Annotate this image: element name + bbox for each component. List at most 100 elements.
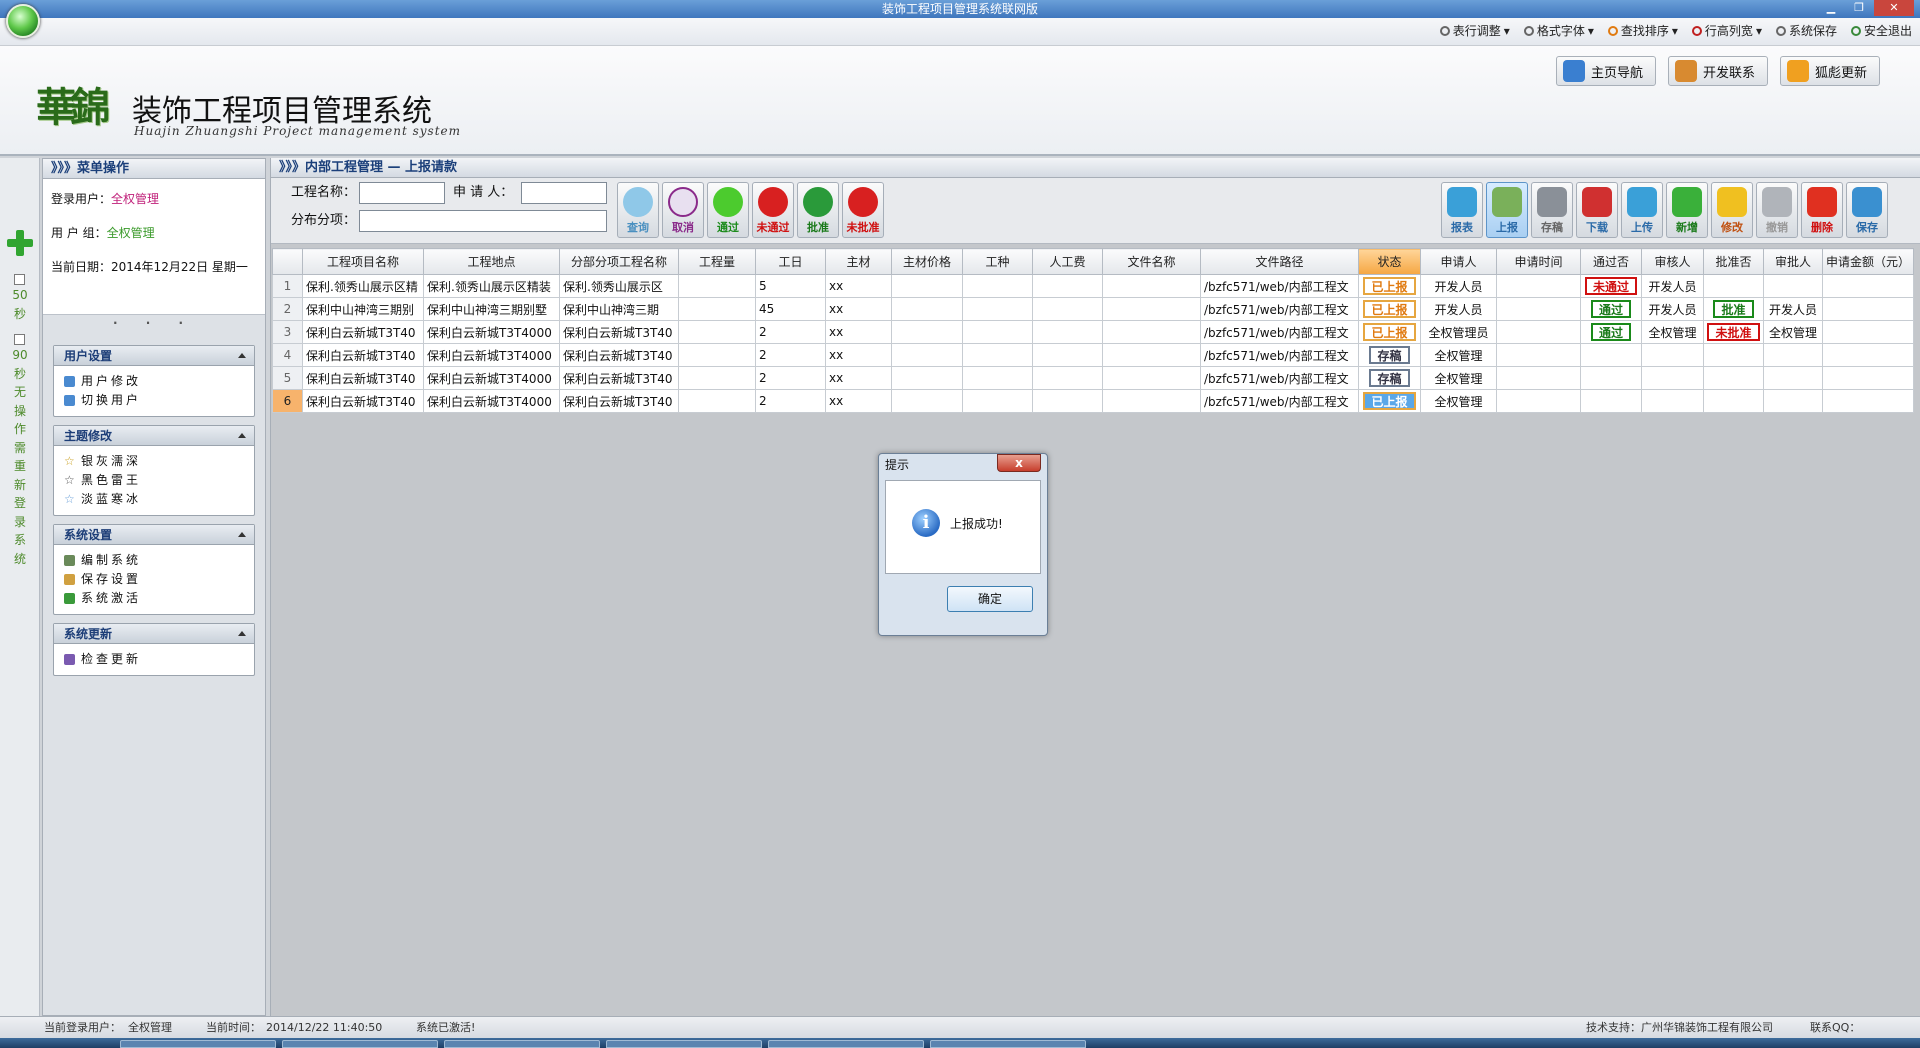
table-cell-qty[interactable]	[678, 366, 756, 390]
table-cell-path[interactable]: /bzfc571/web/内部工程文	[1200, 366, 1359, 390]
nav-contact-button[interactable]: 开发联系	[1667, 56, 1768, 86]
table-cell-mat[interactable]: xx	[825, 320, 892, 344]
table-cell-days[interactable]: 2	[755, 366, 826, 390]
table-cell-file[interactable]	[1102, 320, 1201, 344]
menu-item[interactable]: 切换用户	[64, 391, 244, 410]
table-cell-labor[interactable]	[1032, 389, 1103, 413]
menu-item[interactable]: 系统激活	[64, 589, 244, 608]
table-row[interactable]: 4 保利白云新城T3T40 保利白云新城T3T4000 保利白云新城T3T40 2 xx /…	[272, 343, 1914, 367]
table-cell-approve[interactable]: 批准	[1703, 297, 1764, 321]
table-cell-amount[interactable]	[1822, 343, 1914, 367]
column-header[interactable]: 文件名称	[1102, 248, 1201, 275]
table-cell-path[interactable]: /bzfc571/web/内部工程文	[1200, 343, 1359, 367]
taskbar-item[interactable]	[444, 1040, 600, 1048]
table-cell-amount[interactable]	[1822, 366, 1914, 390]
taskbar-item[interactable]	[930, 1040, 1086, 1048]
table-cell-path[interactable]: /bzfc571/web/内部工程文	[1200, 297, 1359, 321]
table-cell-applicant[interactable]: 开发人员	[1420, 297, 1497, 321]
menu-item[interactable]: ☆ 黑色雷王	[64, 471, 244, 490]
table-cell-days[interactable]: 45	[755, 297, 826, 321]
taskbar-item[interactable]	[120, 1040, 276, 1048]
subitem-input[interactable]	[359, 210, 607, 232]
table-row[interactable]: 2 保利中山神湾三期别 保利中山神湾三期别墅 保利中山神湾三期 45 xx/bzfc571…	[272, 297, 1914, 321]
table-cell-time[interactable]	[1496, 366, 1581, 390]
table-cell-labor[interactable]	[1032, 320, 1103, 344]
pass-button[interactable]: 通过	[707, 182, 749, 238]
table-cell-place[interactable]: 保利白云新城T3T4000	[423, 343, 560, 367]
table-cell-pass[interactable]: 通过	[1580, 297, 1642, 321]
table-cell-matprice[interactable]	[891, 389, 963, 413]
table-cell-file[interactable]	[1102, 366, 1201, 390]
table-cell-applicant[interactable]: 全权管理	[1420, 343, 1497, 367]
not-approve-button[interactable]: 未批准	[842, 182, 884, 238]
download-button[interactable]: 下载	[1576, 182, 1618, 238]
submit-button[interactable]: 上报	[1486, 182, 1528, 238]
table-cell-name[interactable]: 保利.领秀山展示区精	[302, 274, 424, 298]
table-cell-applicant[interactable]: 全权管理	[1420, 366, 1497, 390]
table-cell-state[interactable]: 已上报	[1358, 274, 1421, 298]
top-menu-row-col-size[interactable]: 行高列宽 ▾	[1691, 22, 1762, 40]
undo-button[interactable]: 撤销	[1756, 182, 1798, 238]
table-cell-amount[interactable]	[1822, 297, 1914, 321]
table-cell-days[interactable]: 2	[755, 343, 826, 367]
add-button[interactable]: 新增	[1666, 182, 1708, 238]
auto-logout-50-checkbox[interactable]	[14, 274, 25, 285]
table-row[interactable]: 1 保利.领秀山展示区精 保利.领秀山展示区精装 保利.领秀山展示区 5 xx/bzfc5…	[272, 274, 1914, 298]
column-header[interactable]: 审批人	[1763, 248, 1823, 275]
table-cell-approve[interactable]	[1703, 343, 1764, 367]
table-cell-state[interactable]: 存稿	[1358, 343, 1421, 367]
column-header[interactable]: 主材价格	[891, 248, 963, 275]
table-cell-place[interactable]: 保利.领秀山展示区精装	[423, 274, 560, 298]
table-cell-time[interactable]	[1496, 343, 1581, 367]
column-header[interactable]: 状态	[1358, 248, 1421, 275]
table-cell-type[interactable]	[962, 320, 1033, 344]
menu-item[interactable]: ☆ 银灰濡深	[64, 452, 244, 471]
table-row[interactable]: 5 保利白云新城T3T40 保利白云新城T3T4000 保利白云新城T3T40 2 xx /…	[272, 366, 1914, 390]
query-button[interactable]: 查询	[617, 182, 659, 238]
top-menu-search-sort[interactable]: 查找排序 ▾	[1607, 22, 1678, 40]
column-header[interactable]: 批准否	[1703, 248, 1764, 275]
table-cell-type[interactable]	[962, 297, 1033, 321]
column-header[interactable]: 工程项目名称	[302, 248, 424, 275]
table-cell-place[interactable]: 保利白云新城T3T4000	[423, 389, 560, 413]
table-cell-pass[interactable]: 通过	[1580, 320, 1642, 344]
table-cell-sub[interactable]: 保利白云新城T3T40	[559, 389, 679, 413]
table-cell-qty[interactable]	[678, 389, 756, 413]
collapse-handle[interactable]: · · ·	[43, 315, 265, 337]
table-cell-name[interactable]: 保利白云新城T3T40	[302, 366, 424, 390]
dialog-ok-button[interactable]: 确定	[947, 586, 1033, 612]
top-menu-font-format[interactable]: 格式字体 ▾	[1523, 22, 1594, 40]
restore-button[interactable]: ❐	[1846, 0, 1872, 16]
not-pass-button[interactable]: 未通过	[752, 182, 794, 238]
edit-button[interactable]: 修改	[1711, 182, 1753, 238]
top-menu-row-adjust[interactable]: 表行调整 ▾	[1439, 22, 1510, 40]
table-cell-labor[interactable]	[1032, 297, 1103, 321]
table-cell-time[interactable]	[1496, 389, 1581, 413]
table-cell-sub[interactable]: 保利白云新城T3T40	[559, 366, 679, 390]
table-cell-mat[interactable]: xx	[825, 343, 892, 367]
table-cell-type[interactable]	[962, 389, 1033, 413]
table-cell-path[interactable]: /bzfc571/web/内部工程文	[1200, 320, 1359, 344]
table-cell-name[interactable]: 保利白云新城T3T40	[302, 389, 424, 413]
table-cell-approver[interactable]	[1763, 366, 1823, 390]
table-cell-reviewer[interactable]: 开发人员	[1641, 297, 1704, 321]
table-cell-sub[interactable]: 保利.领秀山展示区	[559, 274, 679, 298]
table-corner[interactable]	[272, 248, 303, 275]
column-header[interactable]: 审核人	[1641, 248, 1704, 275]
table-cell-sub[interactable]: 保利白云新城T3T40	[559, 343, 679, 367]
table-cell-time[interactable]	[1496, 297, 1581, 321]
table-cell-time[interactable]	[1496, 320, 1581, 344]
table-cell-file[interactable]	[1102, 297, 1201, 321]
nav-update-button[interactable]: 狐彪更新	[1779, 56, 1880, 86]
table-cell-state[interactable]: 已上报	[1358, 320, 1421, 344]
table-cell-approve[interactable]	[1703, 389, 1764, 413]
table-cell-sub[interactable]: 保利白云新城T3T40	[559, 320, 679, 344]
table-cell-labor[interactable]	[1032, 366, 1103, 390]
table-cell-name[interactable]: 保利中山神湾三期别	[302, 297, 424, 321]
minimize-button[interactable]: ▁	[1818, 0, 1844, 16]
table-cell-approver[interactable]: 全权管理	[1763, 320, 1823, 344]
column-header[interactable]: 申请人	[1420, 248, 1497, 275]
table-cell-approver[interactable]	[1763, 274, 1823, 298]
table-cell-place[interactable]: 保利白云新城T3T4000	[423, 320, 560, 344]
table-cell-type[interactable]	[962, 274, 1033, 298]
